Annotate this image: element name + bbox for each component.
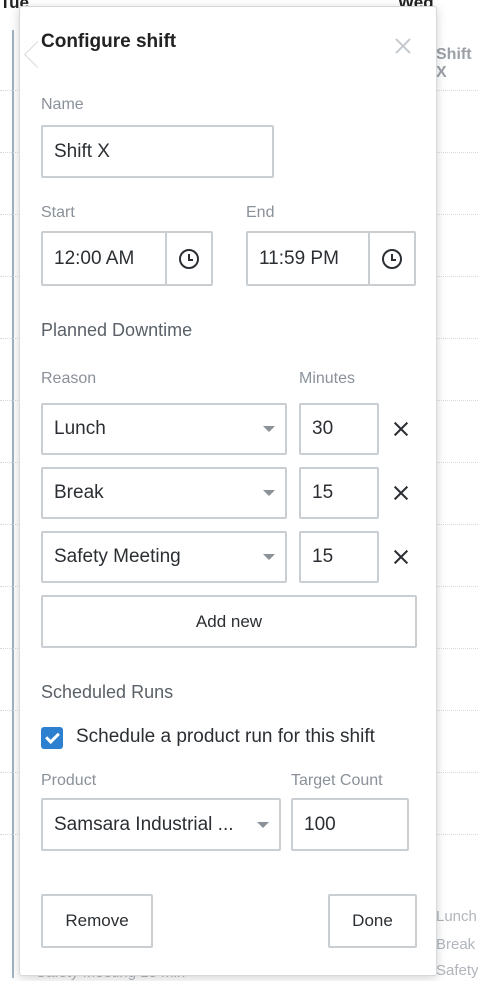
scheduled-runs-heading: Scheduled Runs [41,682,174,702]
calendar-column-line [12,30,14,978]
add-new-button[interactable]: Add new [41,595,417,648]
reason-select-value: Lunch [54,418,106,439]
name-input-value: Shift X [54,140,110,162]
configure-shift-popover: Configure shift Name Shift X Start 12:00… [19,6,437,976]
chevron-down-icon [263,426,275,432]
target-count-input[interactable]: 100 [291,798,409,851]
minutes-input[interactable]: 15 [299,467,379,519]
planned-downtime-heading: Planned Downtime [41,320,193,340]
end-label: End [246,204,275,221]
clock-icon [179,248,199,269]
reason-label: Reason [41,370,97,387]
remove-row-icon[interactable] [392,484,410,502]
reason-select[interactable]: Lunch [41,403,287,455]
chevron-down-icon [263,490,275,496]
calendar-item: Safety [436,962,478,979]
minutes-input-value: 15 [312,546,334,567]
reason-select-value: Safety Meeting [54,546,181,567]
chevron-down-icon [263,554,275,560]
checkmark-icon [44,729,60,745]
done-button[interactable]: Done [328,894,417,948]
end-clock-button[interactable] [368,233,414,284]
reason-select-value: Break [54,482,104,503]
minutes-input-value: 15 [312,482,334,503]
start-label: Start [41,204,75,221]
product-select-value: Samsara Industrial ... [54,813,234,835]
name-input[interactable]: Shift X [41,125,274,178]
start-clock-button[interactable] [165,233,211,284]
chevron-down-icon [257,821,269,828]
end-time-value: 11:59 PM [259,247,339,269]
reason-select[interactable]: Safety Meeting [41,531,287,583]
minutes-input[interactable]: 30 [299,403,379,455]
target-count-value: 100 [304,813,336,835]
remove-row-icon[interactable] [392,420,410,438]
name-label: Name [41,96,84,113]
calendar-item: Lunch [436,908,477,925]
remove-button[interactable]: Remove [41,894,153,948]
target-count-label: Target Count [291,772,383,789]
end-time-input[interactable]: 11:59 PM [246,231,416,286]
minutes-label: Minutes [299,370,356,387]
reason-select[interactable]: Break [41,467,287,519]
clock-icon [382,248,402,269]
start-time-value: 12:00 AM [54,247,135,269]
product-label: Product [41,772,97,789]
minutes-input[interactable]: 15 [299,531,379,583]
close-icon[interactable] [392,35,414,57]
calendar-item: Break [436,936,476,953]
dialog-title: Configure shift [41,31,177,52]
product-select[interactable]: Samsara Industrial ... [41,798,281,851]
remove-row-icon[interactable] [392,548,410,566]
schedule-run-label[interactable]: Schedule a product run for this shift [76,726,375,748]
calendar-shift-label[interactable]: Shift X [436,46,478,82]
minutes-input-value: 30 [312,418,334,439]
schedule-run-checkbox[interactable] [41,727,63,749]
start-time-input[interactable]: 12:00 AM [41,231,213,286]
